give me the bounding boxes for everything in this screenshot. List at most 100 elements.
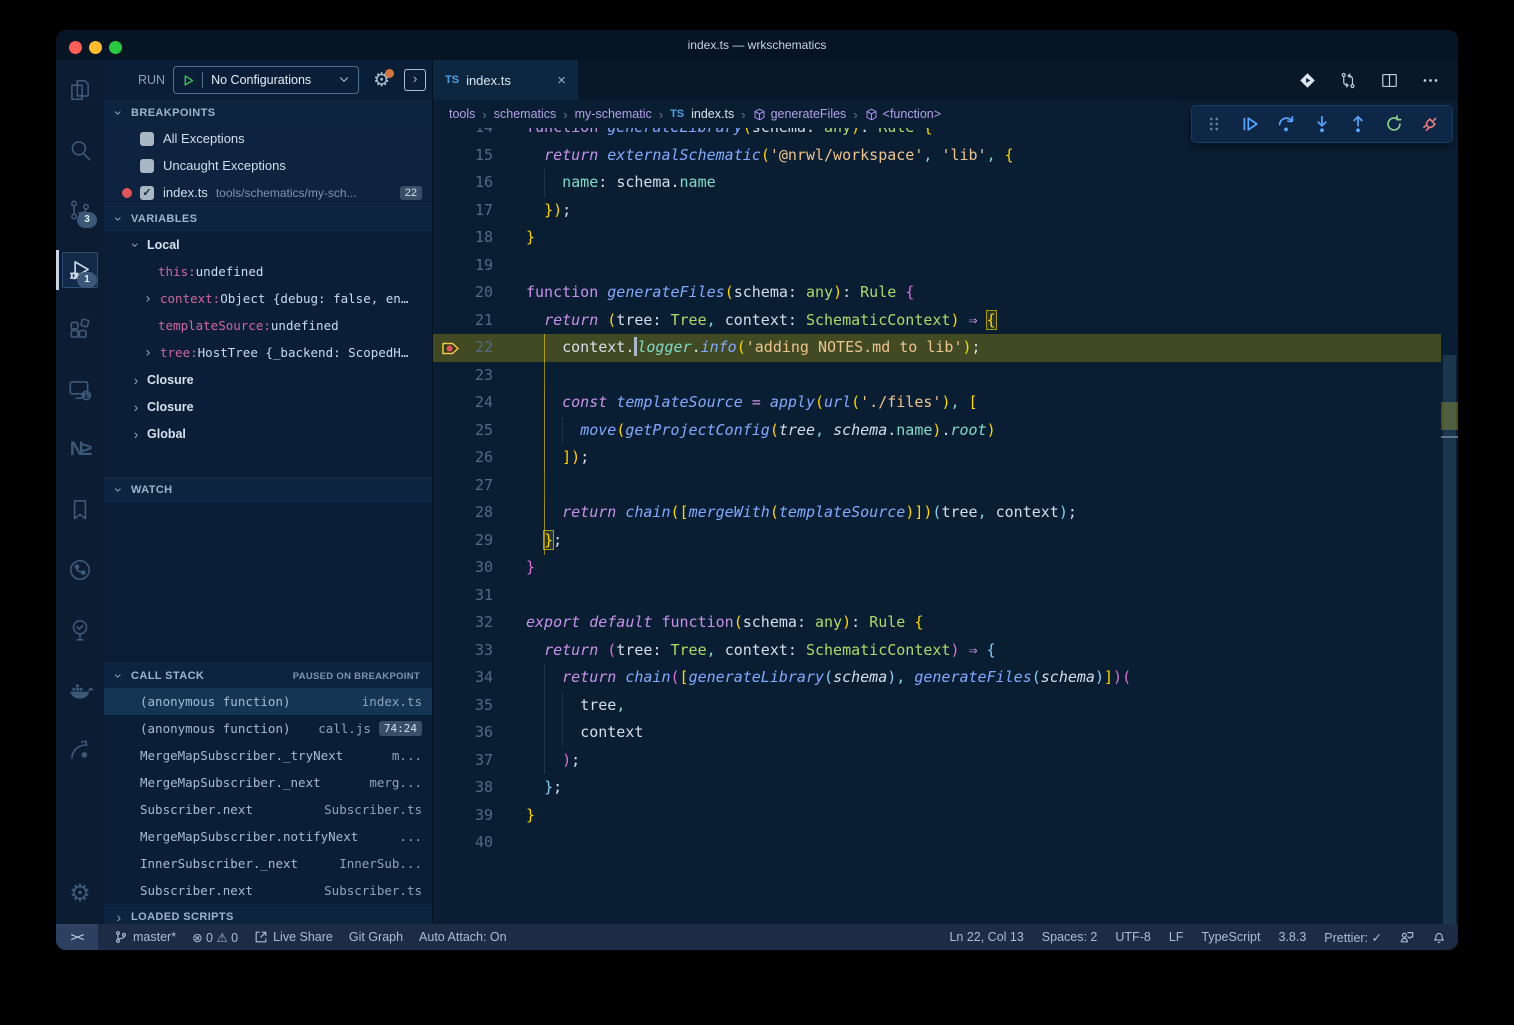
code-line-17[interactable]: 17 }); [433, 197, 1441, 225]
step-into-button[interactable] [1306, 109, 1338, 139]
tab-index-ts[interactable]: TS index.ts × [433, 60, 578, 100]
code-line-18[interactable]: 18} [433, 224, 1441, 252]
line-number[interactable]: 36 [433, 719, 493, 747]
activity-item-gitlens[interactable] [56, 720, 104, 780]
status-prettier-[interactable]: Prettier: ✓ [1324, 930, 1382, 945]
line-number[interactable]: 35 [433, 692, 493, 720]
call-stack-frame[interactable]: Subscriber.nextSubscriber.ts [104, 796, 432, 823]
line-number[interactable]: 31 [433, 582, 493, 610]
call-stack-frame[interactable]: MergeMapSubscriber._nextmerg... [104, 769, 432, 796]
watch-section-header[interactable]: › WATCH [104, 477, 432, 502]
launch-configuration-dropdown[interactable]: No Configurations [173, 66, 359, 94]
disconnect-button[interactable] [1414, 109, 1446, 139]
checkbox[interactable]: ✓ [140, 186, 154, 200]
code-line-34[interactable]: 34 return chain([generateLibrary(schema)… [433, 664, 1441, 692]
step-over-button[interactable] [1270, 109, 1302, 139]
status-spaces-2[interactable]: Spaces: 2 [1042, 930, 1098, 944]
code-line-15[interactable]: 15 return externalSchematic('@nrwl/works… [433, 142, 1441, 170]
breadcrumb-item[interactable]: tools [449, 107, 475, 121]
breadcrumb-item[interactable]: TSindex.ts [670, 107, 734, 121]
code-line-36[interactable]: 36 context [433, 719, 1441, 747]
line-number[interactable]: 38 [433, 774, 493, 802]
activity-item-run-debug[interactable]: 1 [56, 240, 104, 300]
call-stack-frame[interactable]: MergeMapSubscriber._tryNextm... [104, 742, 432, 769]
call-stack-frame[interactable]: (anonymous function)index.ts [104, 688, 432, 715]
breakpoints-section-header[interactable]: › BREAKPOINTS [104, 100, 432, 125]
open-debug-console-button[interactable]: › [404, 69, 426, 91]
activity-item-nx-console[interactable]: N≥ [56, 420, 104, 480]
call-stack-frame[interactable]: InnerSubscriber._nextInnerSub... [104, 850, 432, 877]
status-live-share[interactable]: Live Share [254, 930, 333, 944]
variables-scope-closure[interactable]: ›Closure [104, 393, 432, 420]
line-number[interactable]: 20 [433, 279, 493, 307]
variable-row[interactable]: ›tree: HostTree {_backend: ScopedH… [104, 339, 432, 366]
status-auto-attach-on[interactable]: Auto Attach: On [419, 930, 507, 944]
code-line-39[interactable]: 39} [433, 802, 1441, 830]
status-master-[interactable]: master* [114, 930, 176, 944]
activity-item-git-graph[interactable] [56, 540, 104, 600]
breadcrumb-item[interactable]: generateFiles [753, 107, 847, 121]
code-line-38[interactable]: 38 }; [433, 774, 1441, 802]
code-line-30[interactable]: 30} [433, 554, 1441, 582]
line-number[interactable]: 25 [433, 417, 493, 445]
continue-button[interactable] [1234, 109, 1266, 139]
code-line-23[interactable]: 23 [433, 362, 1441, 390]
variables-section-header[interactable]: › VARIABLES [104, 206, 432, 231]
activity-item-search[interactable] [56, 120, 104, 180]
line-number[interactable]: 23 [433, 362, 493, 390]
checkbox[interactable] [140, 132, 154, 146]
more-actions-icon[interactable] [1421, 71, 1440, 90]
breakpoint-row[interactable]: ✓index.tstools/schematics/my-sch...22 [104, 179, 432, 206]
variables-scope-global[interactable]: ›Global [104, 420, 432, 447]
status-typescript[interactable]: TypeScript [1201, 930, 1260, 944]
line-number[interactable]: 32 [433, 609, 493, 637]
code-line-22[interactable]: 22 context.logger.info('adding NOTES.md … [433, 334, 1441, 362]
code-line-21[interactable]: 21 return (tree: Tree, context: Schemati… [433, 307, 1441, 335]
line-number[interactable]: 26 [433, 444, 493, 472]
variable-row[interactable]: ›context: Object {debug: false, en… [104, 285, 432, 312]
call-stack-frame[interactable]: Subscriber.nextSubscriber.ts [104, 877, 432, 904]
activity-item-remote-explorer[interactable] [56, 360, 104, 420]
breadcrumb-item[interactable]: schematics [494, 107, 557, 121]
activity-item-explorer[interactable] [56, 60, 104, 120]
variable-row[interactable]: this: undefined [104, 258, 432, 285]
breakpoint-row[interactable]: All Exceptions [104, 125, 432, 152]
code-line-16[interactable]: 16 name: schema.name [433, 169, 1441, 197]
remote-indicator[interactable]: >< [56, 924, 98, 950]
line-number[interactable]: 24 [433, 389, 493, 417]
debug-settings-button[interactable]: ⚙ [373, 71, 390, 90]
line-number[interactable]: 30 [433, 554, 493, 582]
line-number[interactable]: 37 [433, 747, 493, 775]
code-line-37[interactable]: 37 ); [433, 747, 1441, 775]
step-out-button[interactable] [1342, 109, 1374, 139]
call-stack-frame[interactable]: MergeMapSubscriber.notifyNext... [104, 823, 432, 850]
line-number[interactable]: 34 [433, 664, 493, 692]
status-ln-22-col-13[interactable]: Ln 22, Col 13 [949, 930, 1023, 944]
activity-item-bookmarks[interactable] [56, 480, 104, 540]
status-3-8-3[interactable]: 3.8.3 [1278, 930, 1306, 944]
start-debug-icon[interactable] [182, 74, 195, 87]
breadcrumb-item[interactable]: <function> [865, 107, 941, 121]
code-editor[interactable]: 14function generateLibrary(schema: any):… [433, 128, 1458, 924]
status-bell[interactable] [1432, 930, 1446, 944]
code-line-40[interactable]: 40 [433, 829, 1441, 857]
code-line-31[interactable]: 31 [433, 582, 1441, 610]
code-line-27[interactable]: 27 [433, 472, 1441, 500]
code-line-28[interactable]: 28 return chain([mergeWith(templateSourc… [433, 499, 1441, 527]
line-number[interactable]: 15 [433, 142, 493, 170]
activity-item-source-control[interactable]: 3 [56, 180, 104, 240]
scrollbar-thumb[interactable] [1443, 355, 1456, 924]
variable-row[interactable]: templateSource: undefined [104, 312, 432, 339]
status-utf-8[interactable]: UTF-8 [1115, 930, 1150, 944]
status-lf[interactable]: LF [1169, 930, 1184, 944]
breadcrumb-item[interactable]: my-schematic [575, 107, 652, 121]
line-number[interactable]: 18 [433, 224, 493, 252]
code-line-19[interactable]: 19 [433, 252, 1441, 280]
variables-scope-closure[interactable]: ›Closure [104, 366, 432, 393]
code-line-26[interactable]: 26 ]); [433, 444, 1441, 472]
code-line-24[interactable]: 24 const templateSource = apply(url('./f… [433, 389, 1441, 417]
line-number[interactable]: 39 [433, 802, 493, 830]
open-changes-icon[interactable] [1298, 71, 1317, 90]
status--0-0[interactable]: ⊗ 0 ⚠ 0 [192, 930, 238, 945]
activity-item-extensions[interactable] [56, 300, 104, 360]
